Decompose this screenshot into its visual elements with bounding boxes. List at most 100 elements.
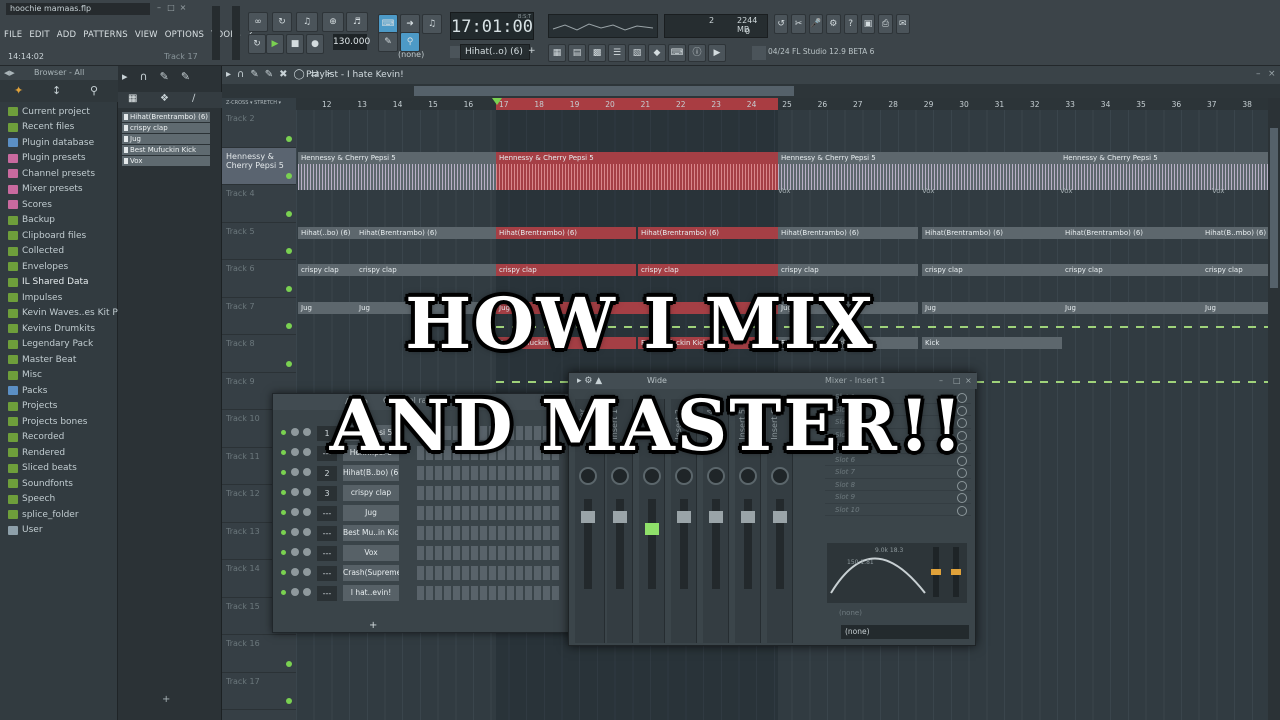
plugin-picker-icon[interactable]: ◆: [648, 44, 666, 62]
clap-clip[interactable]: crispy clap: [1062, 264, 1202, 276]
mixer-icon[interactable]: ☰: [608, 44, 626, 62]
pencil-tool-icon[interactable]: ✎: [378, 32, 398, 52]
mixer-pan-knob[interactable]: [707, 467, 725, 485]
catch-up-icon[interactable]: ▶: [708, 44, 726, 62]
countdown-icon[interactable]: ⊕: [322, 12, 344, 32]
master-volume-slider[interactable]: [212, 6, 220, 60]
link-icon[interactable]: ⚲: [400, 32, 420, 52]
playlist-magnet-icon[interactable]: ∩: [237, 69, 244, 80]
typing-keyboard-icon[interactable]: ⌨: [378, 14, 398, 34]
export-icon[interactable]: ⎙: [878, 14, 893, 34]
snap-selector[interactable]: (none): [398, 50, 424, 59]
hihat-clip[interactable]: Hihat(Brentrambo) (6): [1062, 226, 1202, 239]
playlist-delete-icon[interactable]: ✖: [279, 69, 287, 80]
browser-item[interactable]: Plugin database: [8, 135, 116, 151]
channel-rack-icon[interactable]: ▩: [588, 44, 606, 62]
menu-patterns[interactable]: PATTERNS: [83, 30, 128, 44]
menu-add[interactable]: ADD: [57, 30, 77, 44]
playlist-pencil-icon[interactable]: ✎: [250, 69, 258, 80]
clap-clip[interactable]: crispy clap: [496, 264, 636, 276]
help-icon[interactable]: ?: [843, 14, 858, 34]
playlist-horizontal-scrollbar[interactable]: [222, 84, 1280, 98]
hihat-clip[interactable]: Hihat(Brentrambo) (6): [356, 226, 496, 239]
menu-view[interactable]: VIEW: [135, 30, 158, 44]
record-button[interactable]: ●: [306, 34, 324, 54]
blend-notes-icon[interactable]: ♬: [346, 12, 368, 32]
channel-row[interactable]: --- Jug: [281, 504, 563, 522]
mixer-fader-cap[interactable]: [741, 511, 755, 523]
browser-item[interactable]: splice_folder: [8, 507, 116, 523]
track-header[interactable]: Track 2: [222, 110, 296, 148]
clap-clip[interactable]: crispy clap: [298, 264, 356, 276]
route-in-selector[interactable]: (none): [839, 609, 862, 617]
channel-volume-knob[interactable]: [303, 568, 311, 576]
audio-clip-icon[interactable]: ∕: [192, 93, 195, 104]
hihat-clip[interactable]: Hihat(Brentrambo) (6): [922, 226, 1062, 239]
step-sequencer[interactable]: [417, 466, 561, 480]
browser-item[interactable]: Envelopes: [8, 259, 116, 275]
clap-clip[interactable]: crispy clap: [778, 264, 918, 276]
browser-item[interactable]: Collected: [8, 244, 116, 260]
chat-icon[interactable]: ✉: [895, 14, 910, 34]
track-header[interactable]: Track 16: [222, 635, 296, 673]
track-active-led[interactable]: [286, 135, 292, 142]
news-panel[interactable]: 04/24 FL Studio 12.9 BETA 6: [768, 44, 878, 60]
mixer-fader-cap[interactable]: [645, 523, 659, 535]
mixer-pan-knob[interactable]: [675, 467, 693, 485]
track-active-led[interactable]: [286, 248, 292, 254]
browser-item[interactable]: Backup: [8, 213, 116, 229]
menu-file[interactable]: FILE: [4, 30, 22, 44]
playlist-mute-icon[interactable]: ◯: [294, 69, 305, 80]
undo-icon[interactable]: ↺: [774, 14, 789, 34]
channel-pan-knob[interactable]: [291, 488, 299, 496]
track-active-led[interactable]: [286, 173, 292, 179]
magnet-icon[interactable]: ∩: [140, 70, 148, 86]
mixer-pan-knob[interactable]: [739, 467, 757, 485]
playlist-close-icon[interactable]: ×: [1268, 69, 1276, 79]
project-info-icon[interactable]: ⓘ: [688, 44, 706, 62]
channel-name-button[interactable]: Best Mu..in Kick: [343, 525, 399, 541]
audio-clip[interactable]: Hennessy & Cherry Pepsi 5: [778, 151, 1060, 164]
clap-clip[interactable]: crispy clap: [638, 264, 778, 276]
channel-mute-led[interactable]: [281, 550, 286, 555]
brush-icon[interactable]: ✎: [160, 70, 169, 86]
browser-item[interactable]: Clipboard files: [8, 228, 116, 244]
hihat-clip[interactable]: Hihat(Brentrambo) (6): [778, 226, 918, 239]
track-header[interactable]: Track 17: [222, 673, 296, 710]
playlist-icon[interactable]: ▦: [548, 44, 566, 62]
restore-icon[interactable]: □: [166, 3, 176, 13]
browser-icon[interactable]: ▧: [628, 44, 646, 62]
browser-search-icon[interactable]: ⚲: [90, 84, 98, 97]
piano-icon[interactable]: ▦: [128, 93, 137, 104]
channel-pan-knob[interactable]: [291, 548, 299, 556]
vox-clip-marker[interactable]: Vox: [1212, 187, 1224, 195]
delete-icon[interactable]: ✎: [181, 70, 190, 86]
wait-input-icon[interactable]: ♫: [422, 14, 442, 34]
pattern-clip[interactable]: crispy clap: [122, 123, 210, 133]
step-sequencer[interactable]: [417, 486, 561, 500]
pattern-clip[interactable]: Best Mufuckin Kick: [122, 145, 210, 155]
mixer-pan-knob[interactable]: [579, 467, 597, 485]
minimize-icon[interactable]: –: [154, 3, 164, 13]
hihat-clip[interactable]: Hihat(Brentrambo) (6): [496, 226, 636, 239]
channel-pan-knob[interactable]: [291, 468, 299, 476]
clap-clip[interactable]: crispy clap: [1202, 264, 1268, 276]
pattern-clip[interactable]: Vox: [122, 156, 210, 166]
step-sequencer[interactable]: [417, 586, 561, 600]
piano-roll-icon[interactable]: ▤: [568, 44, 586, 62]
channel-name-button[interactable]: Crash(Supreme): [343, 565, 399, 581]
channel-mixer-track[interactable]: ---: [317, 566, 337, 581]
playhead-marker-icon[interactable]: [492, 98, 502, 105]
pattern-clip[interactable]: Jug: [122, 134, 210, 144]
mixer-pan-knob[interactable]: [771, 467, 789, 485]
browser-item[interactable]: Mixer presets: [8, 182, 116, 198]
effect-slot[interactable]: Slot 7: [825, 466, 971, 479]
eq-band-slider[interactable]: [931, 547, 941, 597]
pattern-clip[interactable]: Hihat(Brentrambo) (6): [122, 112, 210, 122]
playlist-title[interactable]: Playlist - I hate Kevin!: [222, 66, 1280, 84]
channel-name-button[interactable]: Vox: [343, 545, 399, 561]
hihat-clip[interactable]: Hihat(..bo) (6): [298, 226, 356, 239]
channel-mixer-track[interactable]: ---: [317, 546, 337, 561]
channel-volume-knob[interactable]: [303, 508, 311, 516]
vox-clip-marker[interactable]: Vox: [922, 187, 934, 195]
